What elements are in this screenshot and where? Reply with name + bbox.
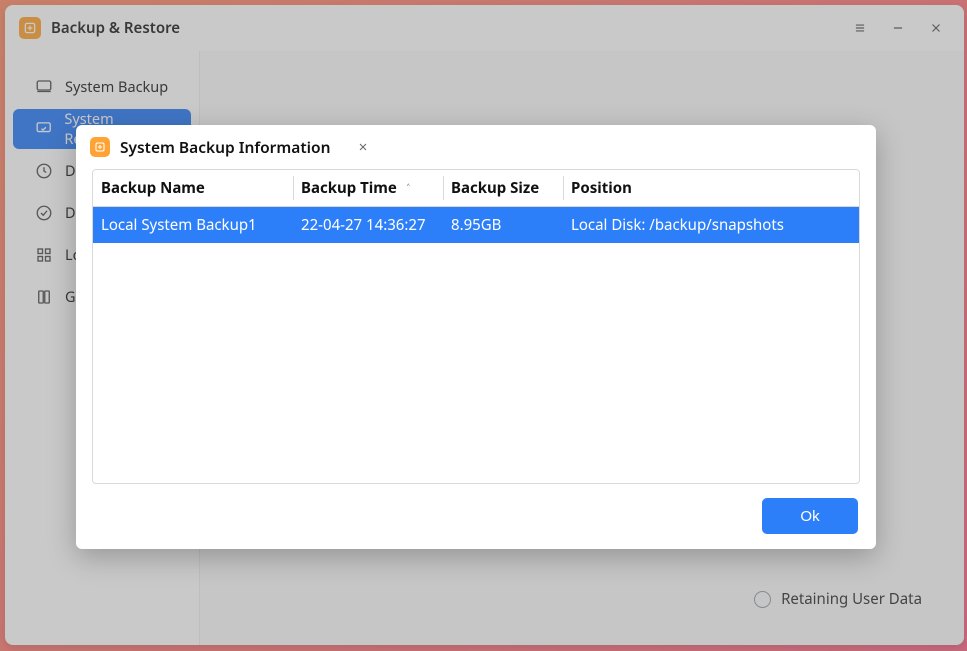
col-header-name-label: Backup Name — [101, 178, 205, 198]
table-row[interactable]: Local System Backup1 22-04-27 14:36:27 8… — [93, 207, 859, 244]
col-header-position-label: Position — [571, 178, 632, 198]
col-header-position[interactable]: Position — [563, 170, 859, 207]
cell-position: Local Disk: /backup/snapshots — [563, 207, 859, 244]
col-header-time-label: Backup Time — [301, 178, 397, 198]
sort-asc-icon: ˄ — [407, 181, 410, 196]
col-header-size-label: Backup Size — [451, 178, 539, 198]
col-header-name[interactable]: Backup Name — [93, 170, 293, 207]
dialog-logo-icon — [90, 137, 110, 157]
dialog-header: System Backup Information — [76, 125, 876, 169]
col-header-time[interactable]: Backup Time ˄ — [293, 170, 443, 207]
col-header-size[interactable]: Backup Size — [443, 170, 563, 207]
dialog-footer: Ok — [76, 484, 876, 534]
cell-size: 8.95GB — [443, 207, 563, 244]
dialog-close-button[interactable] — [350, 134, 376, 160]
table-header-row: Backup Name Backup Time ˄ Backup Size Po… — [93, 170, 859, 207]
backup-info-dialog: System Backup Information Backup Name Ba… — [76, 125, 876, 549]
cell-time: 22-04-27 14:36:27 — [293, 207, 443, 244]
ok-button[interactable]: Ok — [762, 498, 858, 534]
cell-name: Local System Backup1 — [93, 207, 293, 244]
table-empty-space — [93, 243, 859, 483]
dialog-title: System Backup Information — [120, 136, 330, 158]
backup-table: Backup Name Backup Time ˄ Backup Size Po… — [92, 169, 860, 484]
